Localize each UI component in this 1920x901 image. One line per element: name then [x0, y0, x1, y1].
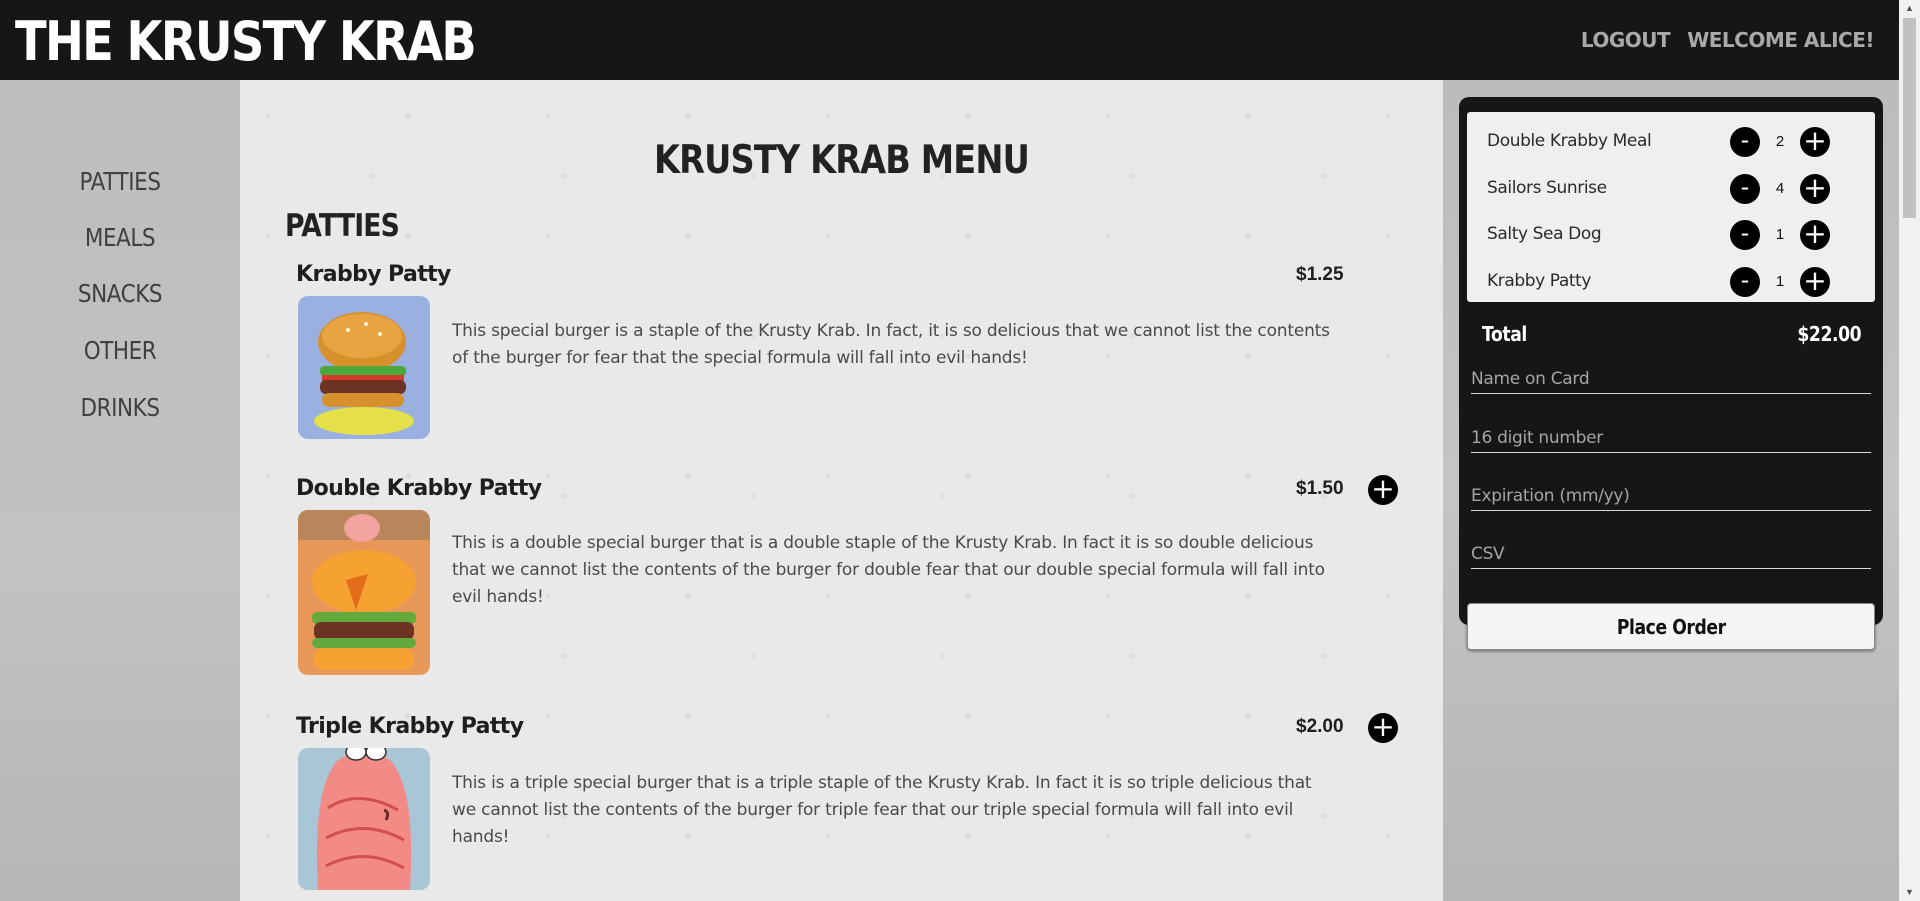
cart-item-quantity: 1: [1775, 226, 1785, 243]
sidebar-item-meals[interactable]: MEALS: [17, 223, 223, 252]
cart-row: Sailors Sunrise - 4 +: [1467, 174, 1875, 204]
cart-item-name: Salty Sea Dog: [1487, 224, 1602, 244]
page-scrollbar[interactable]: ▲ ▼: [1899, 0, 1920, 901]
scrollbar-thumb[interactable]: [1903, 18, 1916, 218]
cart: Double Krabby Meal - 2 + Sailors Sunrise…: [1459, 97, 1883, 625]
place-order-label: Place Order: [1616, 614, 1726, 639]
cart-item-name: Double Krabby Meal: [1487, 131, 1652, 151]
decrease-quantity-button[interactable]: -: [1730, 220, 1760, 250]
total-label: Total: [1482, 322, 1527, 346]
item-name: Double Krabby Patty: [296, 476, 542, 501]
decrease-quantity-button[interactable]: -: [1730, 174, 1760, 204]
cart-row: Salty Sea Dog - 1 +: [1467, 220, 1875, 250]
increase-quantity-button[interactable]: +: [1800, 267, 1830, 297]
total-value: $22.00: [1797, 322, 1861, 346]
cart-item-name: Sailors Sunrise: [1487, 178, 1607, 198]
order-panel: Double Krabby Meal - 2 + Sailors Sunrise…: [1443, 80, 1899, 901]
section-title: PATTIES: [285, 208, 400, 244]
cart-item-quantity: 4: [1775, 180, 1785, 197]
item-price: $1.25: [1296, 264, 1344, 285]
item-name: Triple Krabby Patty: [296, 714, 524, 739]
item-description: This is a double special burger that is …: [452, 533, 1325, 607]
item-price: $1.50: [1296, 478, 1344, 499]
add-to-cart-button[interactable]: +: [1368, 713, 1398, 743]
item-description: This special burger is a staple of the K…: [452, 321, 1330, 368]
item-price: $2.00: [1296, 716, 1344, 737]
top-links: LOGOUT WELCOME ALICE!: [1581, 0, 1875, 80]
cart-row: Krabby Patty - 1 +: [1467, 267, 1875, 297]
menu-content: KRUSTY KRAB MENU PATTIES Krabby Patty $1…: [240, 80, 1443, 901]
top-bar: THE KRUSTY KRAB LOGOUT WELCOME ALICE!: [0, 0, 1920, 80]
brand-title[interactable]: THE KRUSTY KRAB: [15, 8, 477, 76]
double-krabby-patty-image: [298, 510, 430, 675]
category-sidebar: PATTIES MEALS SNACKS OTHER DRINKS: [0, 80, 240, 901]
cart-row: Double Krabby Meal - 2 +: [1467, 127, 1875, 157]
plus-icon: +: [1371, 710, 1395, 743]
expiration-field[interactable]: [1471, 477, 1871, 511]
add-to-cart-button[interactable]: +: [1368, 475, 1398, 505]
increase-quantity-button[interactable]: +: [1800, 127, 1830, 157]
sidebar-item-patties[interactable]: PATTIES: [17, 167, 223, 196]
scroll-down-arrow-icon[interactable]: ▼: [1899, 884, 1920, 901]
decrease-quantity-button[interactable]: -: [1730, 127, 1760, 157]
item-description: This is a triple special burger that is …: [452, 773, 1312, 847]
cart-item-quantity: 2: [1775, 133, 1785, 150]
sidebar-item-snacks[interactable]: SNACKS: [17, 279, 223, 308]
krabby-patty-image: [298, 296, 430, 439]
cart-items: Double Krabby Meal - 2 + Sailors Sunrise…: [1467, 112, 1875, 302]
sidebar-item-other[interactable]: OTHER: [17, 336, 223, 365]
place-order-button[interactable]: Place Order: [1467, 603, 1875, 650]
card-number-field[interactable]: [1471, 419, 1871, 453]
increase-quantity-button[interactable]: +: [1800, 220, 1830, 250]
decrease-quantity-button[interactable]: -: [1730, 267, 1760, 297]
item-name: Krabby Patty: [296, 262, 451, 287]
name-on-card-field[interactable]: [1471, 360, 1871, 394]
scroll-up-arrow-icon[interactable]: ▲: [1899, 0, 1920, 17]
cart-item-name: Krabby Patty: [1487, 271, 1592, 291]
plus-icon: +: [1371, 472, 1395, 505]
welcome-text: WELCOME ALICE!: [1687, 28, 1874, 52]
sidebar-item-drinks[interactable]: DRINKS: [17, 393, 223, 422]
logout-link[interactable]: LOGOUT: [1581, 28, 1671, 52]
cart-item-quantity: 1: [1775, 273, 1785, 290]
csv-field[interactable]: [1471, 535, 1871, 569]
page-title: KRUSTY KRAB MENU: [654, 138, 1030, 183]
increase-quantity-button[interactable]: +: [1800, 174, 1830, 204]
triple-krabby-patty-image: [298, 748, 430, 890]
